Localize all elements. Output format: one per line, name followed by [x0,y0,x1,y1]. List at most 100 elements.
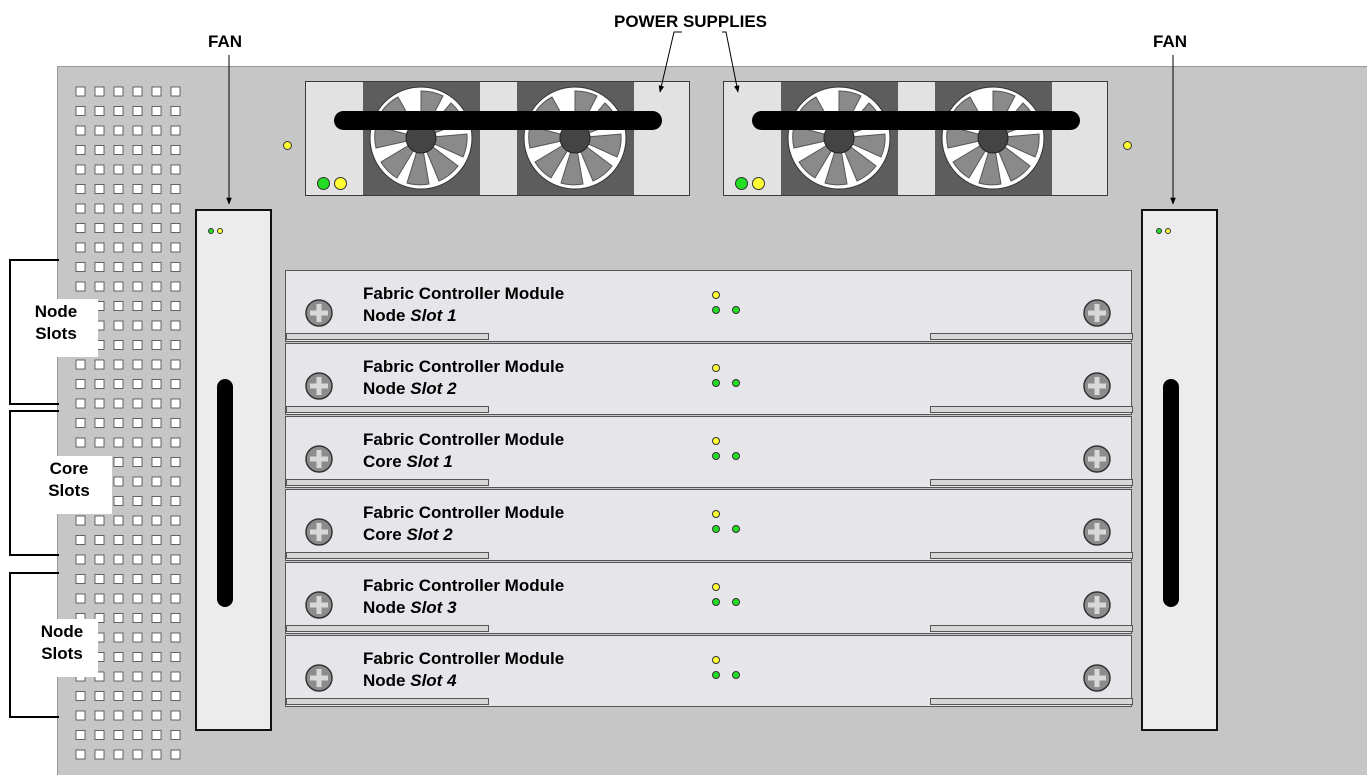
fan-led-yellow [1165,228,1171,234]
vent-hole [132,145,143,155]
module-tab-left [286,479,489,486]
vent-hole [170,632,181,643]
psu-handle[interactable] [752,111,1080,130]
vent-hole [75,223,86,233]
fan-handle[interactable] [217,379,233,607]
vent-hole [170,301,181,311]
vent-hole [151,476,162,487]
module-tab-left [286,552,489,559]
power-supply-left[interactable] [305,81,690,196]
vent-hole [75,418,86,428]
fan-handle[interactable] [1163,379,1179,607]
vent-hole [113,613,124,623]
module-led-green-1 [712,525,720,533]
fan-module-right[interactable] [1141,209,1218,731]
vent-hole [94,164,105,175]
fcm-module-5[interactable]: Fabric Controller Module Node Slot 3 [285,562,1133,634]
vent-hole [75,242,86,253]
vent-hole [113,691,124,701]
vent-hole [75,125,86,136]
vent-hole [132,203,143,214]
vent-hole [94,86,105,97]
fcm-module-1[interactable]: Fabric Controller Module Node Slot 1 [285,270,1133,342]
vent-hole [75,593,86,604]
psu-fan-1 [781,82,898,195]
vent-hole [151,574,162,584]
vent-hole [170,106,181,116]
psu-handle[interactable] [334,111,662,130]
vent-hole [94,184,105,194]
vent-hole [151,164,162,175]
vent-hole [94,730,105,740]
side-label-line2: Slots [41,644,83,663]
side-label-line1: Core [49,459,89,478]
vent-hole [151,379,162,389]
vent-hole [170,613,181,623]
vent-hole [170,437,181,448]
module-slot-label: Core Slot 1 [363,452,453,471]
vent-hole [151,691,162,701]
side-label-line1: Node [40,622,84,641]
psu-led-green [735,177,748,190]
vent-hole [94,554,105,565]
vent-hole [75,359,86,370]
screw-icon [305,664,333,692]
vent-hole [132,184,143,194]
vent-hole [132,379,143,389]
vent-hole [132,418,143,428]
module-slot-label: Node Slot 3 [363,598,457,617]
module-title: Fabric Controller Module [363,503,565,522]
side-label-core-slots: Core Slots [26,456,112,514]
vent-hole [113,223,124,233]
module-tab-right [930,406,1133,413]
vent-hole [113,125,124,136]
fan-module-left[interactable] [195,209,272,731]
vent-hole [113,379,124,389]
vent-hole [132,554,143,565]
vent-hole [151,749,162,760]
module-tab-right [930,479,1133,486]
vent-hole [132,125,143,136]
vent-hole [113,164,124,175]
module-led-green-2 [732,598,740,606]
fcm-module-2[interactable]: Fabric Controller Module Node Slot 2 [285,343,1133,415]
module-slot-label: Node Slot 4 [363,671,457,690]
vent-hole [113,242,124,253]
fan-icon [517,82,634,195]
vent-hole [75,554,86,565]
vent-hole [94,145,105,155]
vent-hole [113,749,124,760]
fcm-module-6[interactable]: Fabric Controller Module Node Slot 4 [285,635,1133,707]
vent-hole [94,515,105,526]
vent-hole [113,710,124,721]
vent-hole [151,86,162,97]
vent-hole [132,223,143,233]
vent-hole [151,106,162,116]
vent-hole [132,457,143,467]
vent-hole [94,379,105,389]
module-title: Fabric Controller Module [363,357,565,376]
vent-hole [170,574,181,584]
vent-hole [170,652,181,662]
vent-hole [94,535,105,545]
vent-hole [151,613,162,623]
power-supply-right[interactable] [723,81,1108,196]
vent-hole [94,203,105,214]
fcm-module-4[interactable]: Fabric Controller Module Core Slot 2 [285,489,1133,561]
module-led-green-2 [732,379,740,387]
screw-icon [1083,518,1111,546]
fcm-module-3[interactable]: Fabric Controller Module Core Slot 1 [285,416,1133,488]
vent-hole [132,398,143,409]
screw-icon [1083,372,1111,400]
vent-hole [151,223,162,233]
vent-hole [75,730,86,740]
vent-hole [151,242,162,253]
module-title: Fabric Controller Module [363,576,565,595]
vent-hole [151,359,162,370]
side-label-line2: Slots [48,481,90,500]
vent-hole [75,203,86,214]
psu-fan-2 [935,82,1052,195]
module-led-green-1 [712,452,720,460]
vent-hole [113,535,124,545]
fan-icon [781,82,898,195]
